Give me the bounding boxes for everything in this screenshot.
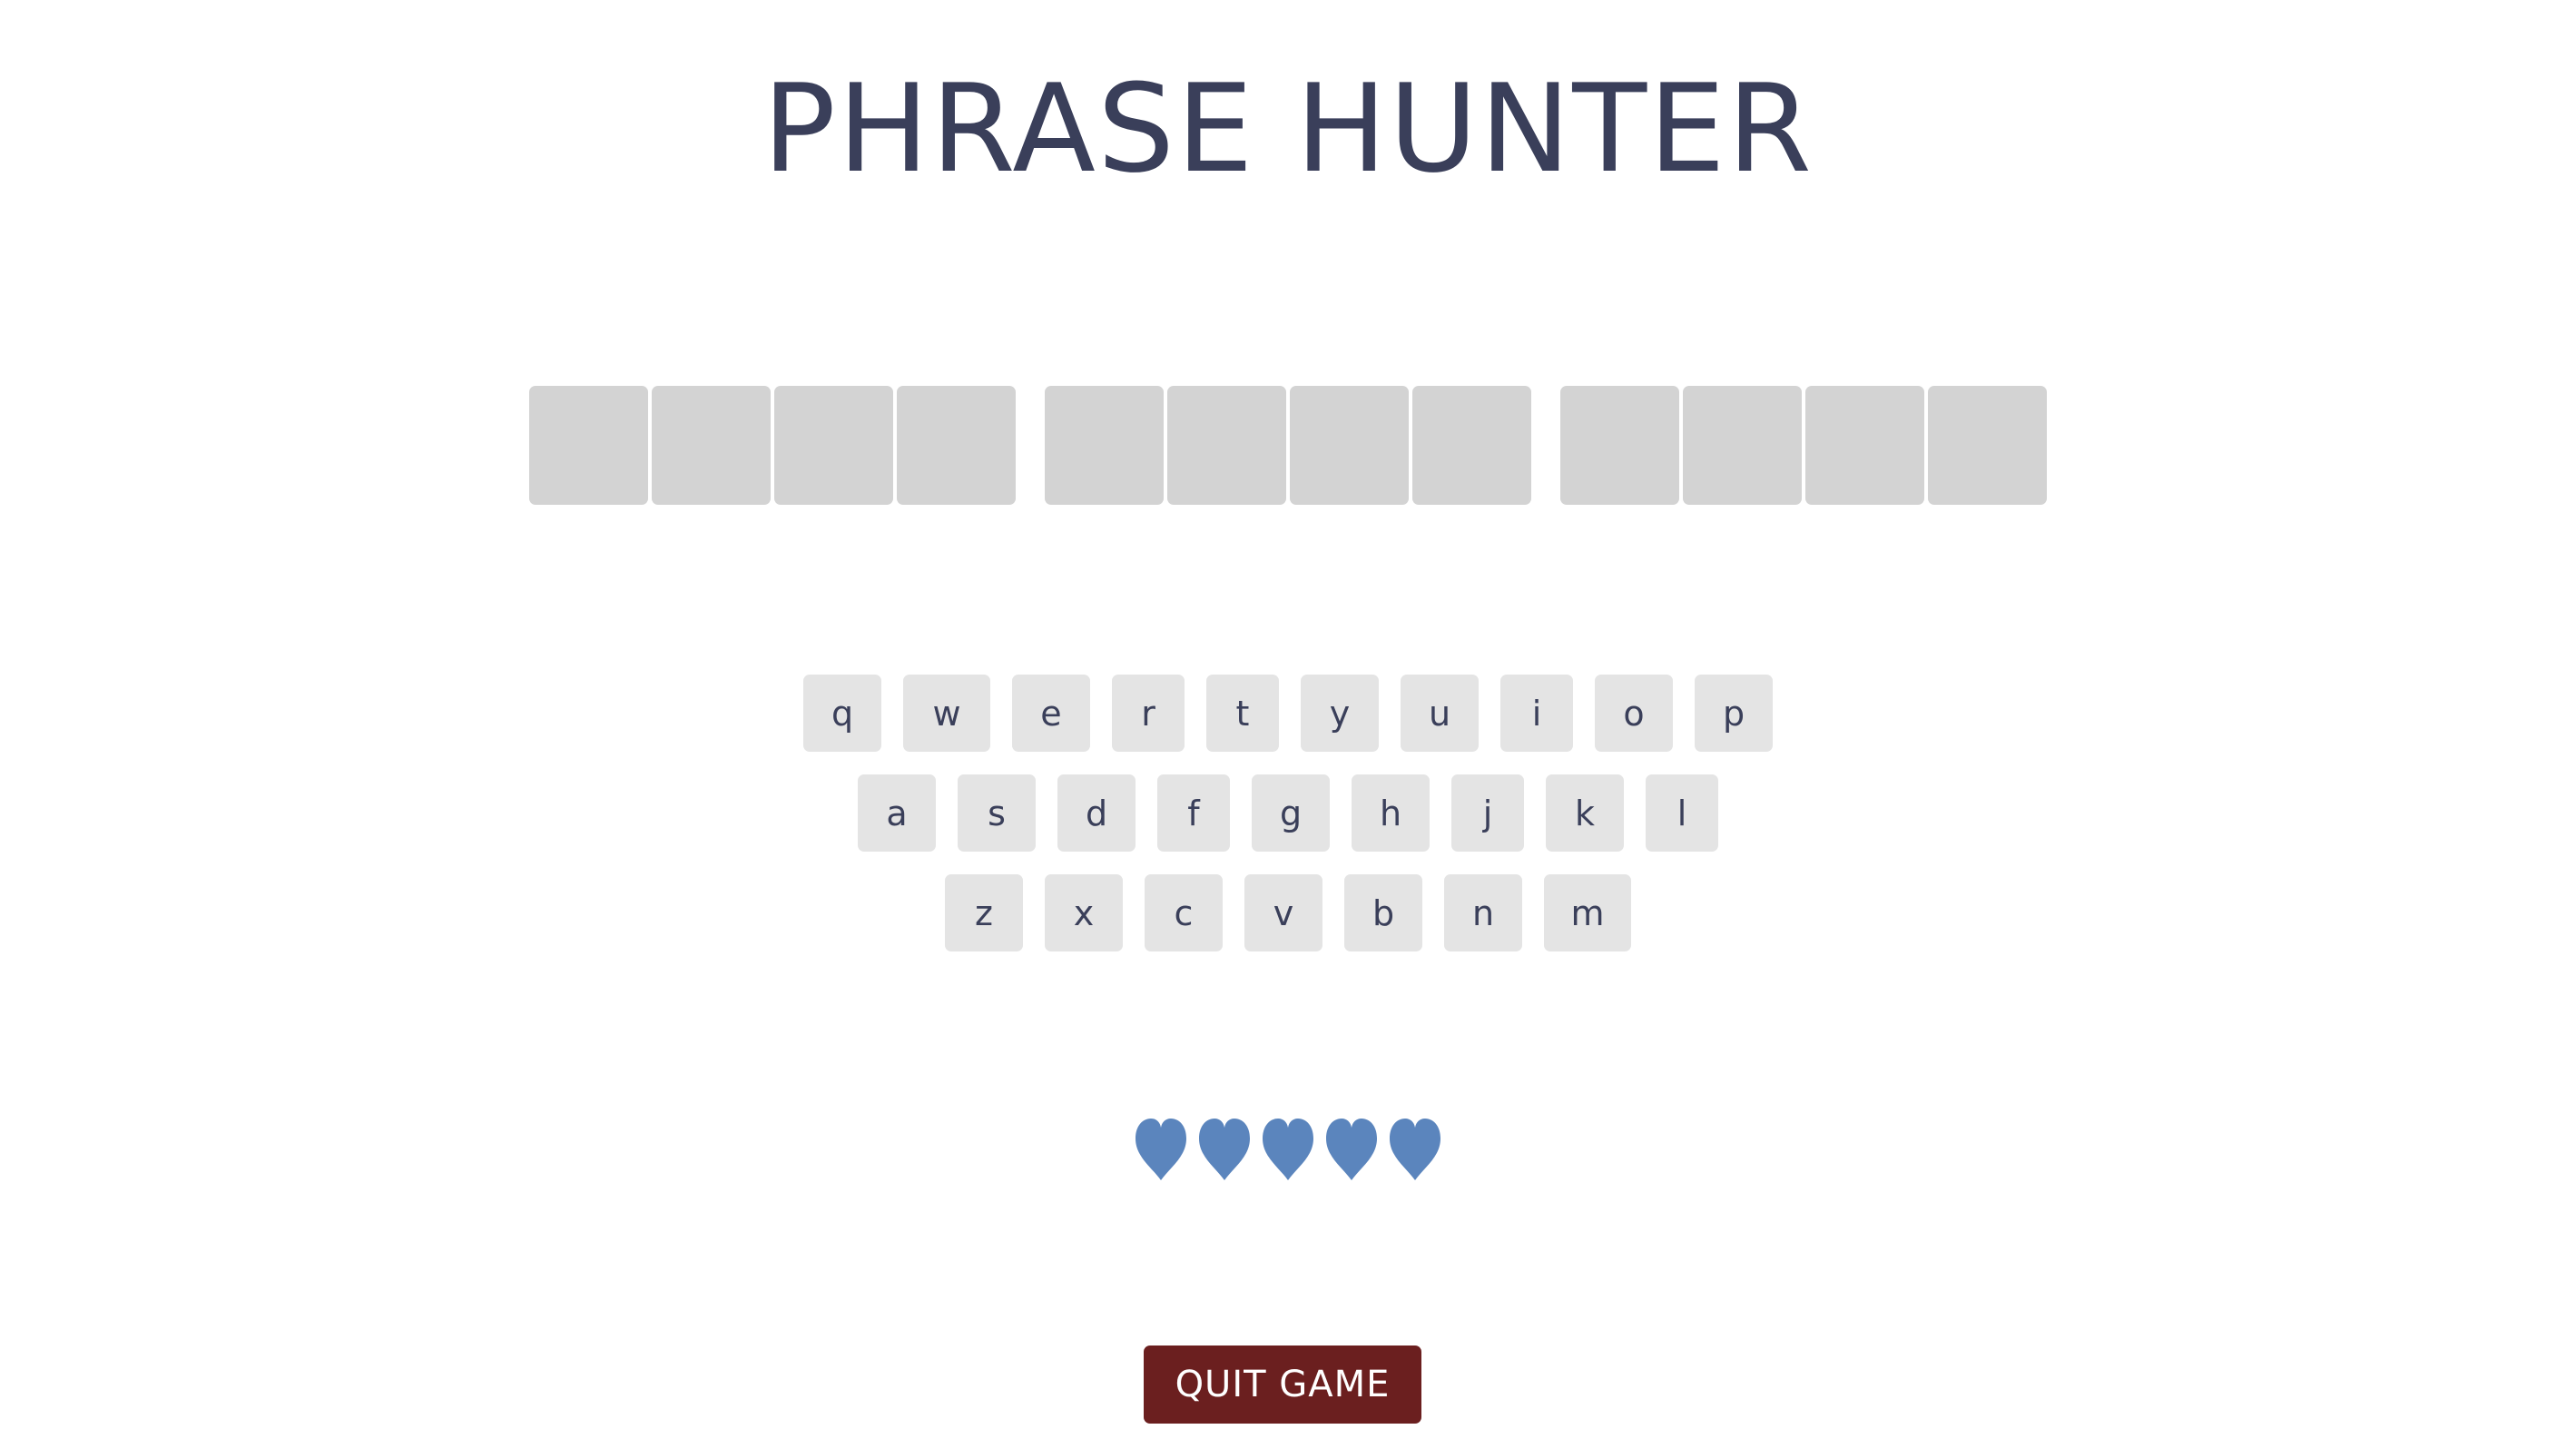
heart-icon — [1195, 1117, 1254, 1182]
letter-tile — [1290, 386, 1409, 505]
page-title: PHRASE HUNTER — [762, 58, 1814, 200]
phrase-board — [0, 386, 2576, 505]
keyboard-row: asdfghjkl — [0, 774, 2576, 852]
key-p[interactable]: p — [1695, 675, 1773, 752]
key-n[interactable]: n — [1444, 874, 1522, 951]
key-r[interactable]: r — [1112, 675, 1185, 752]
lives-display — [0, 1117, 2576, 1182]
key-g[interactable]: g — [1252, 774, 1330, 852]
letter-tile — [897, 386, 1016, 505]
key-t[interactable]: t — [1206, 675, 1279, 752]
key-s[interactable]: s — [958, 774, 1036, 852]
heart-icon — [1386, 1117, 1444, 1182]
key-q[interactable]: q — [803, 675, 881, 752]
keyboard-row: qwertyuiop — [0, 675, 2576, 752]
key-f[interactable]: f — [1157, 774, 1230, 852]
heart-icon — [1132, 1117, 1190, 1182]
letter-tile — [1167, 386, 1286, 505]
letter-tile — [1045, 386, 1164, 505]
phrase-word — [529, 386, 1016, 505]
key-h[interactable]: h — [1352, 774, 1430, 852]
game-screen: PHRASE HUNTER qwertyuiop asdfghjkl zxcvbnm… — [0, 0, 2576, 1449]
key-i[interactable]: i — [1500, 675, 1573, 752]
key-a[interactable]: a — [858, 774, 936, 852]
phrase-word — [1560, 386, 2047, 505]
key-m[interactable]: m — [1544, 874, 1631, 951]
key-z[interactable]: z — [945, 874, 1023, 951]
letter-tile — [1928, 386, 2047, 505]
onscreen-keyboard: qwertyuiop asdfghjkl zxcvbnm — [0, 675, 2576, 974]
key-y[interactable]: y — [1301, 675, 1379, 752]
phrase-word — [1045, 386, 1531, 505]
key-w[interactable]: w — [903, 675, 990, 752]
letter-tile — [529, 386, 648, 505]
key-j[interactable]: j — [1451, 774, 1524, 852]
letter-tile — [1805, 386, 1924, 505]
key-d[interactable]: d — [1057, 774, 1136, 852]
key-l[interactable]: l — [1646, 774, 1718, 852]
letter-tile — [1683, 386, 1802, 505]
letter-tile — [1412, 386, 1531, 505]
letter-tile — [774, 386, 893, 505]
key-b[interactable]: b — [1344, 874, 1422, 951]
key-x[interactable]: x — [1045, 874, 1123, 951]
heart-icon — [1259, 1117, 1317, 1182]
key-e[interactable]: e — [1012, 675, 1090, 752]
key-v[interactable]: v — [1244, 874, 1322, 951]
key-c[interactable]: c — [1145, 874, 1223, 951]
letter-tile — [652, 386, 771, 505]
key-k[interactable]: k — [1546, 774, 1624, 852]
heart-icon — [1322, 1117, 1381, 1182]
keyboard-row: zxcvbnm — [0, 874, 2576, 951]
key-o[interactable]: o — [1595, 675, 1673, 752]
letter-tile — [1560, 386, 1679, 505]
key-u[interactable]: u — [1401, 675, 1479, 752]
quit-game-button[interactable]: QUIT GAME — [1144, 1346, 1421, 1424]
